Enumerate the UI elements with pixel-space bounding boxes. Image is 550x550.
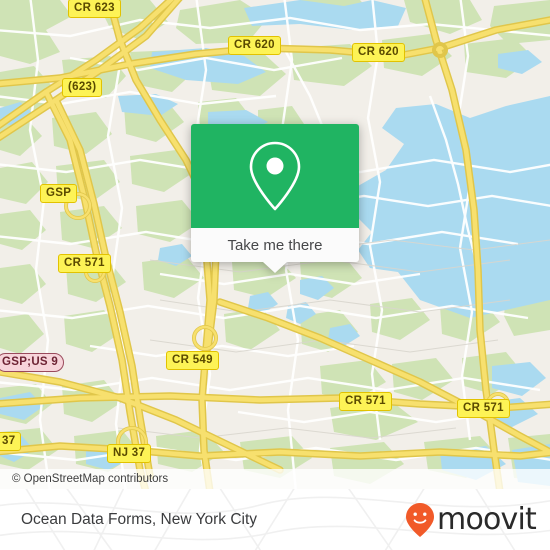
map-pin-icon [249, 141, 301, 211]
moovit-logo[interactable]: moovit [405, 501, 537, 538]
map-canvas[interactable]: CR 623 CR 620 CR 620 (623) GSP CR 571 GSP;US 9… [0, 0, 550, 489]
road-shield: CR 623 [68, 0, 121, 18]
road-shield: NJ 37 [107, 444, 152, 463]
popup-header [191, 124, 359, 228]
take-me-there-button[interactable]: Take me there [191, 228, 359, 262]
road-shield: CR 620 [352, 43, 405, 62]
moovit-pin-smiley-icon [406, 502, 435, 537]
road-shield: GSP [40, 184, 78, 203]
take-me-there-label: Take me there [227, 236, 323, 254]
map-share-card: CR 623 CR 620 CR 620 (623) GSP CR 571 GSP;US 9… [0, 0, 550, 550]
location-title: Ocean Data Forms, New York City [21, 510, 258, 528]
popup-tail [263, 262, 287, 273]
road-shield: CR 571 [457, 399, 510, 418]
road-shield: (623) [62, 78, 103, 97]
road-shield: CR 620 [228, 36, 281, 55]
map-attribution: © OpenStreetMap contributors [0, 469, 550, 489]
road-shield: GSP;US 9 [0, 353, 65, 372]
footer-bar: Ocean Data Forms, New York City moovit [0, 489, 550, 550]
attribution-text[interactable]: © OpenStreetMap contributors [0, 473, 168, 485]
road-shield: CR 549 [166, 351, 219, 370]
location-popup[interactable]: Take me there [191, 124, 359, 273]
road-shield: CR 571 [339, 392, 392, 411]
road-shield: CR 571 [58, 254, 111, 273]
road-shield: 37 [0, 432, 22, 451]
moovit-wordmark: moovit [437, 501, 537, 537]
